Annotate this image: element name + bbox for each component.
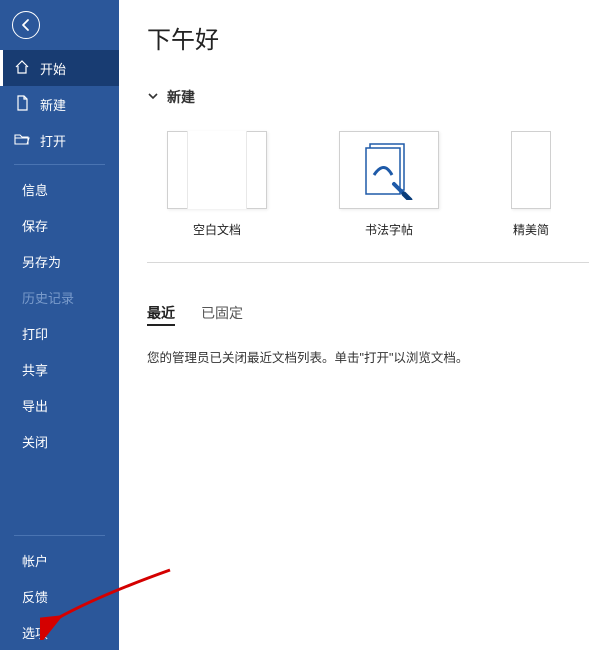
- nav-label: 打印: [22, 324, 48, 343]
- nav-open[interactable]: 打开: [0, 122, 119, 158]
- nav-new[interactable]: 新建: [0, 86, 119, 122]
- template-label: 书法字帖: [365, 221, 413, 238]
- back-arrow-icon: [12, 11, 40, 39]
- nav-label: 导出: [22, 396, 48, 415]
- recent-disabled-message: 您的管理员已关闭最近文档列表。单击"打开"以浏览文档。: [147, 347, 589, 366]
- template-row: 空白文档 书法字帖 精美简: [147, 131, 589, 238]
- sidebar: 开始 新建 打开 信息 保存 另存为 历史记录 打印 共享 导出 关闭 帐户 反…: [0, 0, 119, 650]
- template-label: 空白文档: [193, 221, 241, 238]
- nav-share[interactable]: 共享: [0, 351, 119, 387]
- nav-export[interactable]: 导出: [0, 387, 119, 423]
- nav-save[interactable]: 保存: [0, 207, 119, 243]
- nav-label: 关闭: [22, 432, 48, 451]
- nav-history: 历史记录: [0, 279, 119, 315]
- nav-account[interactable]: 帐户: [0, 542, 119, 578]
- file-icon: [14, 95, 30, 114]
- nav-label: 反馈: [22, 587, 48, 606]
- section-label: 新建: [167, 87, 195, 107]
- template-label: 精美简: [513, 221, 549, 238]
- nav-start[interactable]: 开始: [0, 50, 119, 86]
- chevron-down-icon: [147, 89, 159, 105]
- template-elegant[interactable]: 精美简: [511, 131, 551, 238]
- nav-feedback[interactable]: 反馈: [0, 578, 119, 614]
- back-button[interactable]: [0, 0, 119, 50]
- sidebar-divider: [14, 535, 105, 536]
- nav-label: 共享: [22, 360, 48, 379]
- sidebar-divider: [14, 164, 105, 165]
- nav-label: 帐户: [22, 551, 48, 570]
- folder-open-icon: [14, 131, 30, 150]
- template-calligraphy[interactable]: 书法字帖: [339, 131, 439, 238]
- template-thumb: [339, 131, 439, 209]
- nav-label: 另存为: [22, 252, 61, 271]
- main-panel: 下午好 新建 空白文档 书法字帖: [119, 0, 589, 650]
- nav-label: 历史记录: [22, 288, 74, 307]
- divider: [147, 262, 589, 263]
- recent-tabs: 最近 已固定: [147, 303, 589, 327]
- nav-label: 打开: [40, 131, 66, 150]
- template-thumb: [511, 131, 551, 209]
- nav-options[interactable]: 选项: [0, 614, 119, 650]
- nav-info[interactable]: 信息: [0, 171, 119, 207]
- tab-pinned[interactable]: 已固定: [201, 303, 243, 327]
- nav-label: 新建: [40, 95, 66, 114]
- new-section-toggle[interactable]: 新建: [147, 87, 589, 107]
- template-thumb: [167, 131, 267, 209]
- nav-label: 保存: [22, 216, 48, 235]
- tab-recent[interactable]: 最近: [147, 303, 175, 327]
- nav-label: 选项: [22, 623, 48, 642]
- nav-label: 信息: [22, 180, 48, 199]
- template-blank-document[interactable]: 空白文档: [167, 131, 267, 238]
- home-icon: [14, 59, 30, 78]
- nav-close[interactable]: 关闭: [0, 423, 119, 459]
- nav-save-as[interactable]: 另存为: [0, 243, 119, 279]
- nav-label: 开始: [40, 59, 66, 78]
- page-title: 下午好: [147, 20, 589, 55]
- nav-print[interactable]: 打印: [0, 315, 119, 351]
